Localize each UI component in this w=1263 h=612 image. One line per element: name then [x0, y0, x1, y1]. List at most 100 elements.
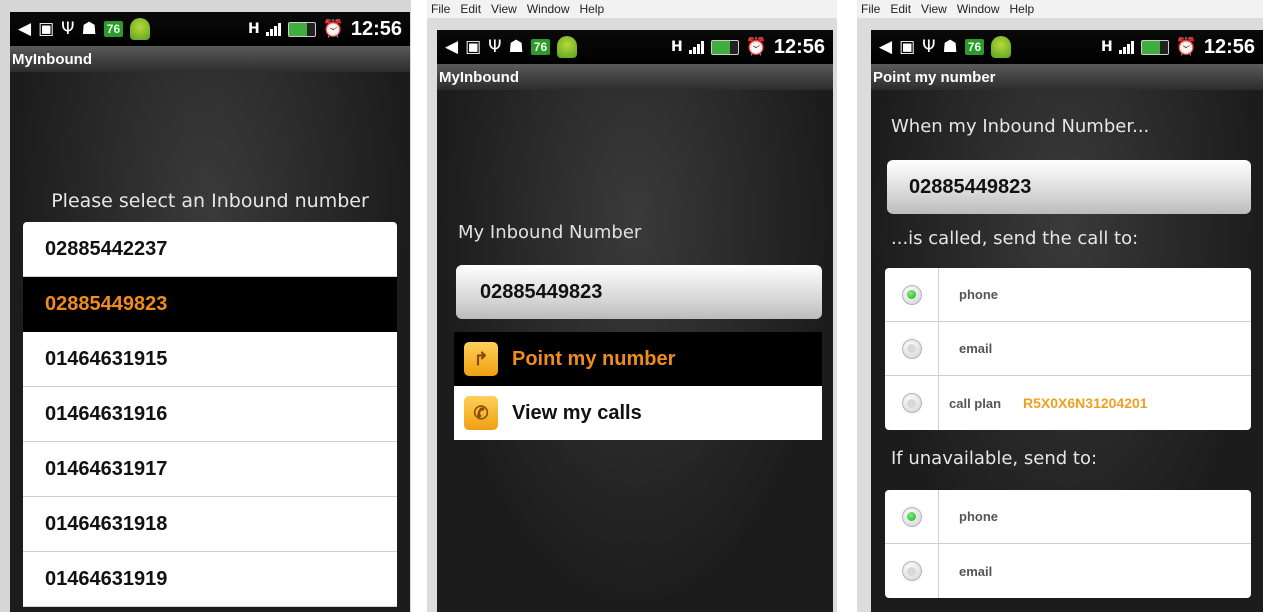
radio-button[interactable]	[901, 561, 922, 581]
menu-edit[interactable]: Edit	[890, 2, 911, 16]
menu-file[interactable]: File	[861, 2, 880, 16]
called-send-text: ...is called, send the call to:	[891, 228, 1139, 249]
shopping-bag-icon: ▣	[465, 36, 482, 57]
app-title: MyInbound	[437, 64, 833, 90]
screen-point-number: File Edit View Window Help ◀ ▣ Ψ ☗ 76 H …	[857, 0, 1263, 612]
option-label: phone	[959, 287, 998, 302]
android-icon	[991, 36, 1012, 58]
shopping-bag-icon: ▣	[899, 36, 916, 57]
back-arrow-icon: ◀	[879, 36, 893, 57]
radio-button[interactable]	[901, 338, 922, 359]
inbound-number-button[interactable]: 02885449823	[456, 265, 822, 319]
view-my-calls-item[interactable]: ✆ View my calls	[454, 386, 822, 440]
option-phone[interactable]: phone	[885, 268, 1251, 322]
unavailable-destination-options: phone email	[885, 490, 1251, 598]
status-time: 12:56	[1203, 35, 1255, 58]
android-debug-icon: ☗	[81, 18, 97, 39]
menu-item-label: View my calls	[512, 401, 642, 424]
app-title: MyInbound	[10, 46, 410, 72]
battery-level-badge: 76	[964, 39, 985, 55]
action-menu: ↱ Point my number ✆ View my calls	[454, 332, 822, 440]
alarm-clock-icon: ⏰	[1175, 36, 1197, 57]
usb-icon: Ψ	[61, 18, 75, 39]
screen-number-menu: File Edit View Window Help ◀ ▣ Ψ ☗ 76 H …	[427, 0, 837, 612]
network-type-icon: H	[247, 21, 260, 37]
menu-window[interactable]: Window	[527, 2, 570, 16]
radio-button[interactable]	[901, 393, 922, 413]
status-bar: ◀ ▣ Ψ ☗ 76 H ⏰ 12:56	[871, 30, 1263, 64]
signal-bars-icon	[265, 22, 281, 36]
android-debug-icon: ☗	[942, 36, 958, 57]
network-type-icon: H	[670, 39, 683, 55]
window-menubar: File Edit View Window Help	[427, 0, 837, 18]
unavailable-text: If unavailable, send to:	[891, 448, 1098, 469]
option-label: email	[959, 563, 993, 579]
signal-bars-icon	[1118, 40, 1134, 54]
radio-button-selected[interactable]	[901, 284, 922, 305]
battery-level-badge: 76	[530, 39, 551, 55]
option-email[interactable]: email	[885, 544, 1251, 598]
screen-title: Point my number	[871, 64, 1263, 90]
shopping-bag-icon: ▣	[38, 18, 55, 39]
number-list-item[interactable]: 01464631917	[23, 442, 397, 497]
content-area: When my Inbound Number... 02885449823 ..…	[871, 90, 1263, 612]
alarm-clock-icon: ⏰	[745, 36, 767, 57]
when-number-text: When my Inbound Number...	[891, 116, 1150, 137]
option-label: phone	[959, 509, 998, 524]
number-list-item[interactable]: 01464631915	[23, 332, 397, 387]
radio-cell	[885, 268, 939, 321]
inbound-number-button[interactable]: 02885449823	[887, 160, 1251, 214]
number-list-item[interactable]: 02885442237	[23, 222, 397, 277]
menu-view[interactable]: View	[921, 2, 947, 16]
menu-help[interactable]: Help	[580, 2, 605, 16]
menu-help[interactable]: Help	[1010, 2, 1035, 16]
screen-select-number: ◀ ▣ Ψ ☗ 76 H ⏰ 12:56 MyInbound Please se…	[0, 0, 411, 612]
phone-screen: ◀ ▣ Ψ ☗ 76 H ⏰ 12:56 MyInbound Please se…	[10, 12, 410, 612]
phone-icon: ✆	[464, 396, 498, 430]
option-call-plan[interactable]: call plan R5X0X6N31204201	[885, 376, 1251, 430]
radio-cell	[885, 322, 939, 375]
menu-item-label: Point my number	[512, 347, 676, 370]
inbound-number-label: My Inbound Number	[458, 222, 642, 243]
content-area: My Inbound Number 02885449823 ↱ Point my…	[437, 90, 833, 612]
back-arrow-icon: ◀	[445, 36, 459, 57]
menu-edit[interactable]: Edit	[460, 2, 481, 16]
number-list-item[interactable]: 01464631919	[23, 552, 397, 607]
number-list-item[interactable]: 01464631918	[23, 497, 397, 552]
option-phone[interactable]: phone	[885, 490, 1251, 544]
inbound-number-list: 02885442237 02885449823 01464631915 0146…	[23, 222, 397, 607]
status-time: 12:56	[350, 17, 402, 40]
signal-bars-icon	[688, 40, 704, 54]
battery-level-badge: 76	[103, 21, 124, 37]
number-list-item[interactable]: 01464631916	[23, 387, 397, 442]
menu-file[interactable]: File	[431, 2, 450, 16]
point-my-number-item[interactable]: ↱ Point my number	[454, 332, 822, 386]
radio-cell	[885, 544, 939, 598]
option-label: call plan	[949, 395, 1002, 411]
menu-window[interactable]: Window	[957, 2, 1000, 16]
usb-icon: Ψ	[922, 36, 936, 57]
arrow-icon: ↱	[464, 342, 498, 376]
radio-button-selected[interactable]	[901, 506, 922, 527]
back-arrow-icon: ◀	[18, 18, 32, 39]
alarm-clock-icon: ⏰	[322, 18, 344, 39]
android-icon	[130, 18, 151, 40]
android-debug-icon: ☗	[508, 36, 524, 57]
status-bar: ◀ ▣ Ψ ☗ 76 H ⏰ 12:56	[10, 12, 410, 46]
window-menubar: File Edit View Window Help	[857, 0, 1263, 18]
usb-icon: Ψ	[488, 36, 502, 57]
content-area: Please select an Inbound number 02885442…	[10, 72, 410, 612]
radio-cell	[885, 376, 939, 430]
number-list-item-selected[interactable]: 02885449823	[23, 277, 397, 332]
option-email[interactable]: email	[885, 322, 1251, 376]
battery-icon	[1140, 39, 1169, 55]
select-prompt: Please select an Inbound number	[51, 190, 369, 212]
radio-cell	[885, 490, 939, 543]
status-time: 12:56	[773, 35, 825, 58]
call-plan-code: R5X0X6N31204201	[1023, 395, 1148, 411]
called-destination-options: phone email call plan R5X0X6N31204201	[885, 268, 1251, 430]
android-icon	[557, 36, 578, 58]
phone-screen: ◀ ▣ Ψ ☗ 76 H ⏰ 12:56 Point my number Whe…	[871, 30, 1263, 612]
network-type-icon: H	[1100, 39, 1113, 55]
menu-view[interactable]: View	[491, 2, 517, 16]
